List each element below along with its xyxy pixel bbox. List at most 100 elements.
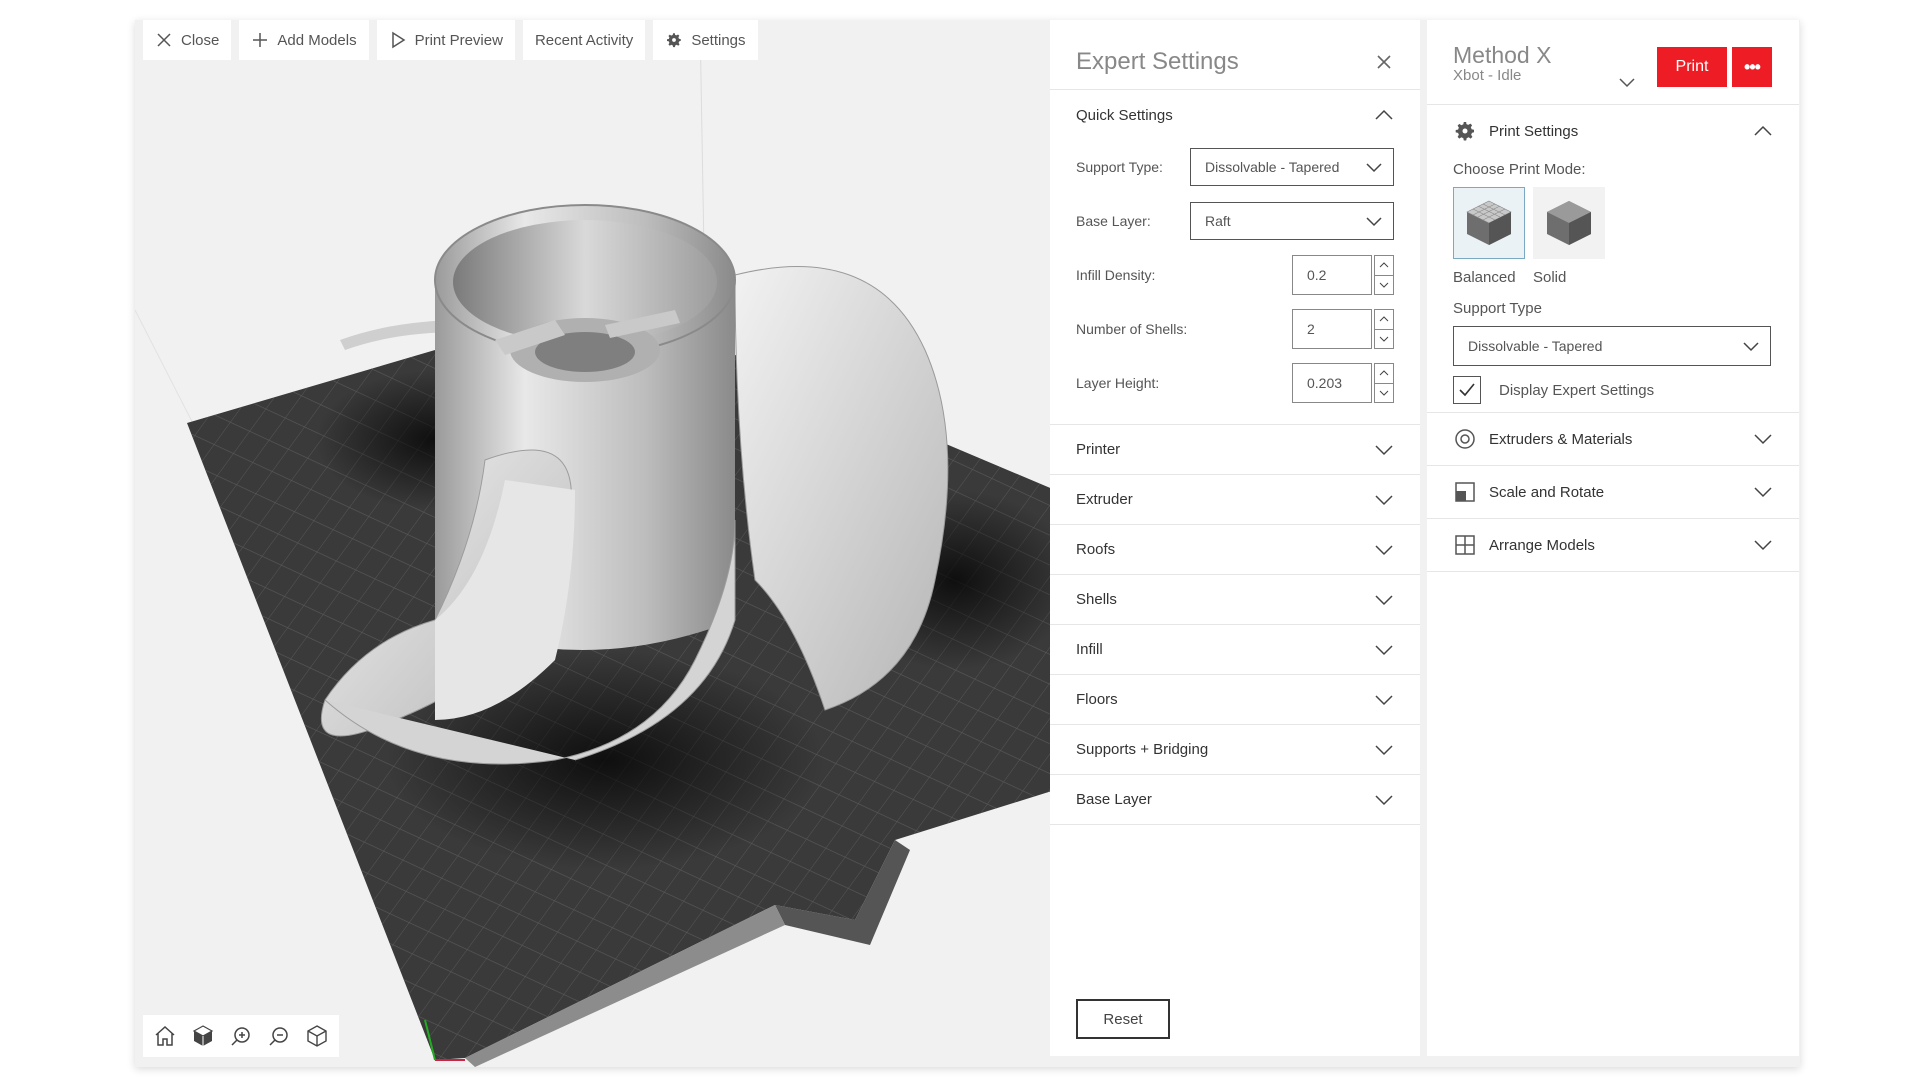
increment-button[interactable] xyxy=(1374,255,1394,276)
support-type-row: Support Type: Dissolvable - Tapered xyxy=(1050,140,1420,194)
decrement-button[interactable] xyxy=(1374,329,1394,349)
checkbox[interactable] xyxy=(1453,376,1481,404)
recent-activity-button[interactable]: Recent Activity xyxy=(522,20,646,60)
close-icon xyxy=(155,31,173,49)
layer-height-input[interactable]: 0.203 xyxy=(1292,363,1372,403)
zoom-in-button[interactable] xyxy=(225,1020,257,1052)
number-of-shells-row: Number of Shells: 2 xyxy=(1050,302,1420,356)
chevron-down-icon xyxy=(1375,644,1393,655)
chevron-down-icon xyxy=(1379,282,1389,288)
support-type-label: Support Type xyxy=(1453,300,1542,317)
print-button[interactable]: Print xyxy=(1657,47,1727,87)
support-type-select[interactable]: Dissolvable - Tapered xyxy=(1190,148,1394,186)
section-label: Floors xyxy=(1076,691,1118,708)
printer-header: Method X Xbot - Idle Print ••• xyxy=(1427,20,1799,105)
mode-solid[interactable]: Solid xyxy=(1533,187,1605,286)
support-type-value: Dissolvable - Tapered xyxy=(1205,159,1340,175)
chevron-down-icon xyxy=(1754,434,1772,445)
more-options-button[interactable]: ••• xyxy=(1732,47,1772,87)
print-settings-header[interactable]: Print Settings xyxy=(1427,105,1799,157)
close-icon[interactable] xyxy=(1374,52,1394,72)
chevron-down-icon xyxy=(1366,163,1382,173)
layer-height-label: Layer Height: xyxy=(1076,375,1160,391)
support-type-select[interactable]: Dissolvable - Tapered xyxy=(1453,326,1771,366)
app-window: Close Add Models Print Preview Recent Ac… xyxy=(135,20,1800,1067)
chevron-down-icon xyxy=(1379,390,1389,396)
increment-button[interactable] xyxy=(1374,309,1394,330)
infill-density-input[interactable]: 0.2 xyxy=(1292,255,1372,295)
quick-settings-title: Quick Settings xyxy=(1076,106,1173,124)
layer-height-stepper: 0.203 xyxy=(1292,363,1394,403)
section-label: Base Layer xyxy=(1076,791,1152,808)
view-controls xyxy=(143,1015,339,1057)
arrange-models-label: Arrange Models xyxy=(1489,536,1595,554)
add-models-button[interactable]: Add Models xyxy=(239,20,369,60)
solid-cube-icon xyxy=(1547,201,1591,245)
layer-height-row: Layer Height: 0.203 xyxy=(1050,356,1420,410)
expert-settings-panel: Expert Settings Quick Settings Support T… xyxy=(1050,20,1420,1056)
display-expert-settings-checkbox[interactable]: Display Expert Settings xyxy=(1453,376,1773,404)
infill-density-row: Infill Density: 0.2 xyxy=(1050,248,1420,302)
quick-settings-header[interactable]: Quick Settings xyxy=(1050,90,1420,140)
zoom-in-icon xyxy=(231,1027,250,1046)
scale-rotate-label: Scale and Rotate xyxy=(1489,483,1605,501)
print-preview-label: Print Preview xyxy=(414,31,503,49)
section-extruder[interactable]: Extruder xyxy=(1050,475,1420,525)
settings-button[interactable]: Settings xyxy=(653,20,758,60)
number-of-shells-stepper: 2 xyxy=(1292,309,1394,349)
mode-balanced[interactable]: Balanced xyxy=(1453,187,1525,286)
chevron-down-icon xyxy=(1375,444,1393,455)
close-label: Close xyxy=(181,31,220,49)
arrange-models-header[interactable]: Arrange Models xyxy=(1427,519,1799,571)
section-shells[interactable]: Shells xyxy=(1050,575,1420,625)
chevron-up-icon xyxy=(1754,125,1772,136)
chevron-down-icon xyxy=(1754,540,1772,551)
section-label: Printer xyxy=(1076,441,1121,458)
quick-settings-section: Quick Settings Support Type: Dissolvable… xyxy=(1050,90,1420,425)
zoom-out-icon xyxy=(269,1027,288,1046)
reset-button[interactable]: Reset xyxy=(1076,999,1170,1039)
solid-view-button[interactable] xyxy=(187,1020,219,1052)
chevron-down-icon xyxy=(1743,342,1759,352)
increment-button[interactable] xyxy=(1374,363,1394,384)
number-of-shells-label: Number of Shells: xyxy=(1076,321,1188,337)
chevron-down-icon xyxy=(1375,544,1393,555)
decrement-button[interactable] xyxy=(1374,275,1394,295)
support-type-label: Support Type: xyxy=(1076,159,1163,175)
home-view-button[interactable] xyxy=(149,1020,181,1052)
zoom-out-button[interactable] xyxy=(263,1020,295,1052)
choose-print-mode-label: Choose Print Mode: xyxy=(1453,161,1586,178)
section-printer[interactable]: Printer xyxy=(1050,425,1420,475)
print-preview-button[interactable]: Print Preview xyxy=(376,20,515,60)
mode-label: Solid xyxy=(1533,269,1567,286)
balanced-cube-icon xyxy=(1466,200,1512,245)
extruders-materials-label: Extruders & Materials xyxy=(1489,430,1633,448)
chevron-up-icon xyxy=(1375,109,1393,120)
scale-rotate-header[interactable]: Scale and Rotate xyxy=(1427,466,1799,518)
display-expert-settings-label: Display Expert Settings xyxy=(1499,381,1655,399)
chevron-up-icon xyxy=(1379,316,1389,322)
section-label: Shells xyxy=(1076,591,1117,608)
section-roofs[interactable]: Roofs xyxy=(1050,525,1420,575)
extruder-icon xyxy=(1455,429,1475,449)
wireframe-view-button[interactable] xyxy=(301,1020,333,1052)
support-type-value: Dissolvable - Tapered xyxy=(1468,338,1603,354)
expert-settings-title: Expert Settings xyxy=(1076,48,1239,75)
number-of-shells-input[interactable]: 2 xyxy=(1292,309,1372,349)
close-button[interactable]: Close xyxy=(143,20,232,60)
chevron-down-icon[interactable] xyxy=(1617,72,1637,92)
decrement-button[interactable] xyxy=(1374,383,1394,403)
section-infill[interactable]: Infill xyxy=(1050,625,1420,675)
section-base-layer[interactable]: Base Layer xyxy=(1050,775,1420,825)
mode-label: Balanced xyxy=(1453,269,1516,286)
chevron-down-icon xyxy=(1375,794,1393,805)
section-label: Extruder xyxy=(1076,491,1133,508)
extruders-materials-header[interactable]: Extruders & Materials xyxy=(1427,413,1799,465)
recent-activity-label: Recent Activity xyxy=(534,31,634,49)
section-floors[interactable]: Floors xyxy=(1050,675,1420,725)
chevron-down-icon xyxy=(1375,694,1393,705)
base-layer-select[interactable]: Raft xyxy=(1190,202,1394,240)
play-icon xyxy=(389,31,407,49)
infill-density-label: Infill Density: xyxy=(1076,267,1156,283)
section-supports-bridging[interactable]: Supports + Bridging xyxy=(1050,725,1420,775)
